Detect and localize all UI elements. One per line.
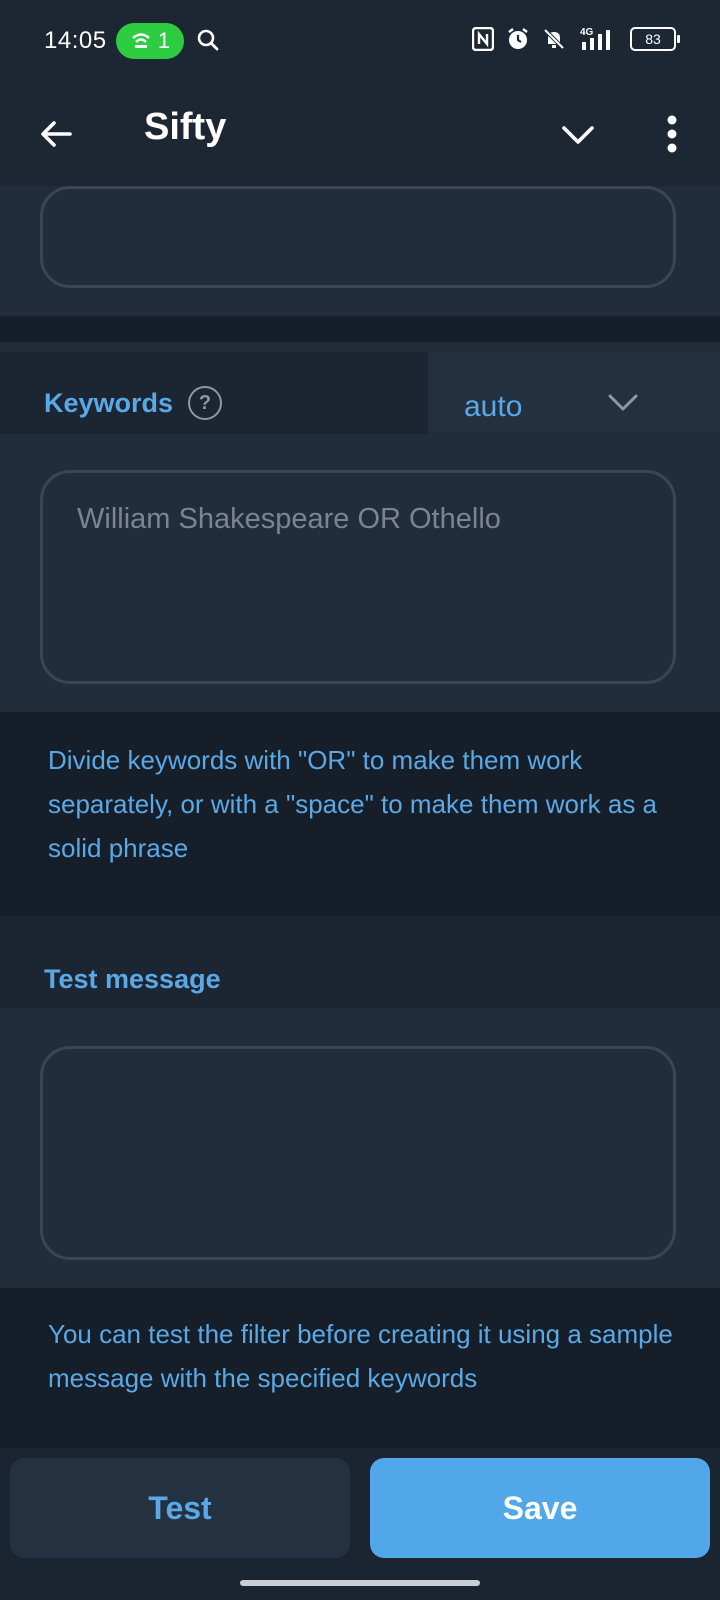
keywords-input[interactable]: William Shakespeare OR Othello <box>40 470 676 684</box>
mute-bell-icon <box>543 28 565 50</box>
battery-level: 83 <box>645 31 661 47</box>
nfc-icon <box>472 27 494 51</box>
match-mode-value: auto <box>464 390 523 423</box>
svg-text:4G: 4G <box>580 27 594 38</box>
test-message-hint: You can test the filter before creating … <box>48 1319 673 1393</box>
back-arrow-icon[interactable] <box>36 114 76 154</box>
hotspot-badge: 1 <box>116 23 184 59</box>
keywords-label: Keywords <box>44 388 174 418</box>
help-symbol: ? <box>198 391 212 414</box>
help-icon[interactable]: ? <box>188 386 222 420</box>
test-button[interactable]: Test <box>10 1458 350 1558</box>
keywords-hint: Divide keywords with "OR" to make them w… <box>48 745 658 863</box>
more-vert-icon[interactable] <box>654 110 690 158</box>
app-title: Sifty <box>144 106 227 148</box>
search-icon <box>197 29 219 51</box>
match-mode-dropdown[interactable]: auto <box>428 352 720 432</box>
save-button-label: Save <box>502 1489 578 1526</box>
hotspot-icon <box>132 33 150 48</box>
status-bar: 14:05 1 4G 83 <box>0 0 720 84</box>
keywords-placeholder: William Shakespeare OR Othello <box>77 503 501 535</box>
app-bar: Sifty <box>0 84 720 186</box>
save-button[interactable]: Save <box>370 1458 710 1558</box>
gesture-bar[interactable] <box>240 1580 480 1586</box>
status-icons: 4G 83 <box>472 26 680 52</box>
alarm-icon <box>508 28 528 49</box>
section-divider <box>0 316 720 342</box>
test-message-label: Test message <box>44 964 221 994</box>
battery-icon: 83 <box>630 27 680 51</box>
signal-4g-icon: 4G <box>580 27 610 50</box>
chevron-down-icon <box>608 394 638 411</box>
test-button-label: Test <box>148 1489 212 1526</box>
hotspot-count: 1 <box>157 28 171 53</box>
test-message-input[interactable] <box>40 1046 676 1260</box>
top-input-field[interactable] <box>40 186 676 288</box>
chevron-down-icon[interactable] <box>558 114 598 154</box>
status-time: 14:05 <box>44 27 107 54</box>
